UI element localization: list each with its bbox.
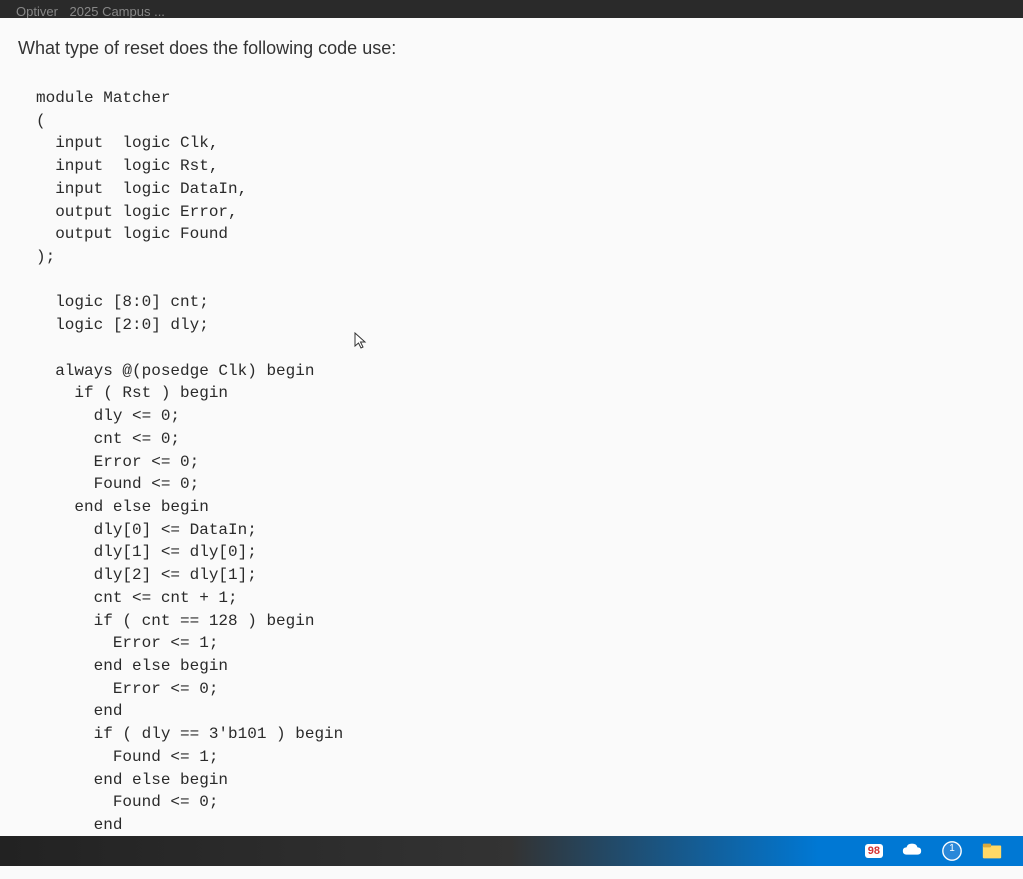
question-text: What type of reset does the following co…: [18, 38, 1005, 59]
notification-badge[interactable]: 98: [865, 844, 883, 858]
taskbar[interactable]: 98 1: [0, 836, 1023, 866]
top-bar: Optiver 2025 Campus ...: [0, 0, 1023, 18]
subtitle-label: 2025 Campus ...: [70, 4, 165, 18]
notification-count-icon[interactable]: 1: [941, 840, 963, 862]
content-area: What type of reset does the following co…: [0, 18, 1023, 879]
explorer-icon[interactable]: [981, 840, 1003, 862]
onedrive-icon[interactable]: [901, 840, 923, 862]
code-block: module Matcher ( input logic Clk, input …: [18, 87, 1005, 859]
brand-label: Optiver: [16, 4, 58, 18]
